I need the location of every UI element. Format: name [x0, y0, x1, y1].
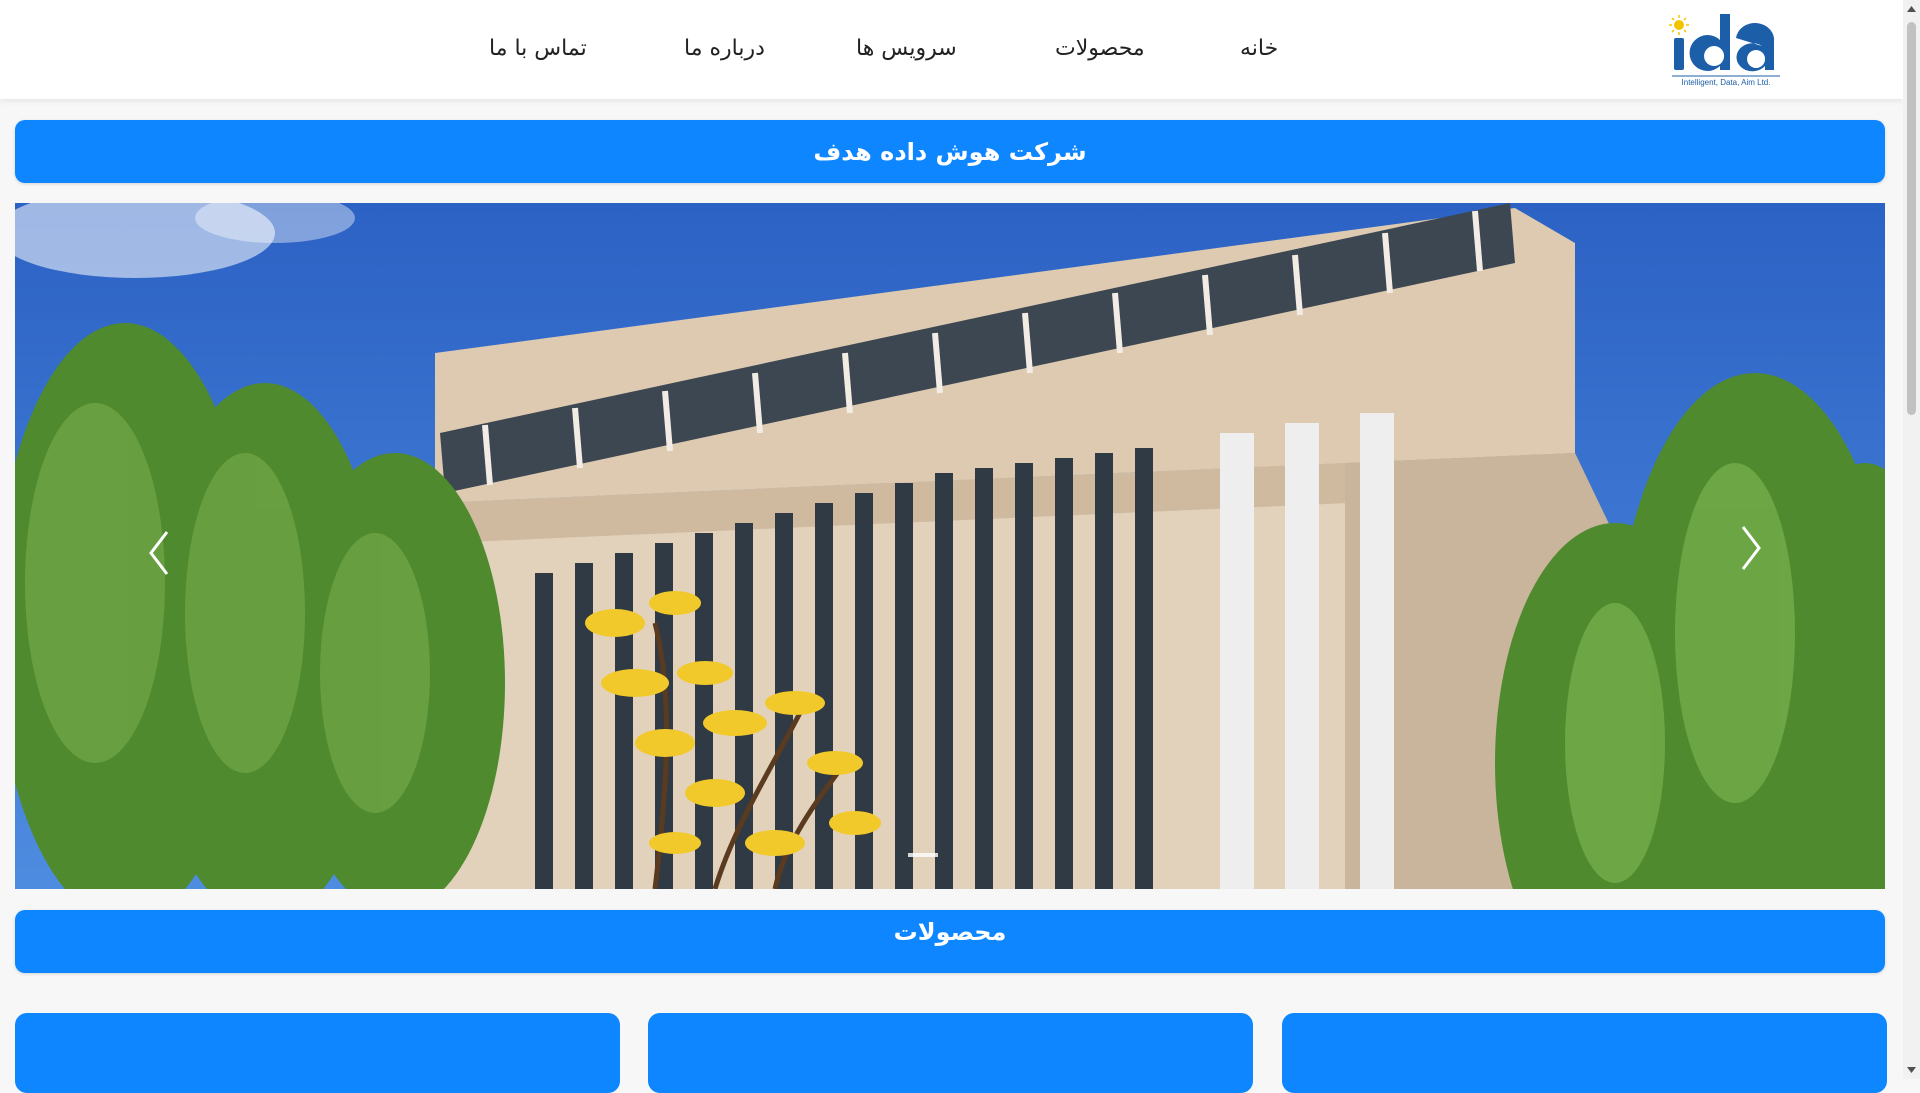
carousel-prev-icon[interactable]: [145, 528, 175, 578]
nav-home[interactable]: خانه: [1240, 33, 1278, 65]
scroll-up-icon[interactable]: [1906, 4, 1917, 14]
nav-services[interactable]: سرویس ها: [856, 33, 957, 65]
products-section-title: محصولات: [893, 918, 1007, 946]
scrollbar-thumb[interactable]: [1907, 22, 1916, 415]
svg-text:Intelligent, Data, Aim Ltd.: Intelligent, Data, Aim Ltd.: [1682, 78, 1771, 87]
product-card[interactable]: [15, 1013, 620, 1093]
scroll-down-icon[interactable]: [1906, 1065, 1917, 1075]
hero-carousel[interactable]: [15, 203, 1885, 889]
building-photo: [15, 203, 1885, 889]
nav-contact[interactable]: تماس با ما: [489, 33, 587, 65]
nav-products[interactable]: محصولات: [1055, 33, 1145, 65]
company-title-banner: شرکت هوش داده هدف: [15, 120, 1885, 183]
company-title: شرکت هوش داده هدف: [813, 137, 1087, 166]
product-card[interactable]: [1282, 1013, 1887, 1093]
carousel-next-icon[interactable]: [1735, 523, 1765, 573]
nav-about[interactable]: درباره ما: [684, 33, 765, 65]
page-scrollbar[interactable]: [1903, 0, 1920, 1079]
top-navbar: Intelligent, Data, Aim Ltd. خانه محصولات…: [0, 0, 1903, 99]
products-section-banner: محصولات: [15, 910, 1885, 973]
company-logo[interactable]: Intelligent, Data, Aim Ltd.: [1668, 10, 1784, 90]
product-card[interactable]: [648, 1013, 1253, 1093]
ida-logo-icon: Intelligent, Data, Aim Ltd.: [1669, 14, 1780, 87]
carousel-indicator[interactable]: [908, 853, 938, 857]
